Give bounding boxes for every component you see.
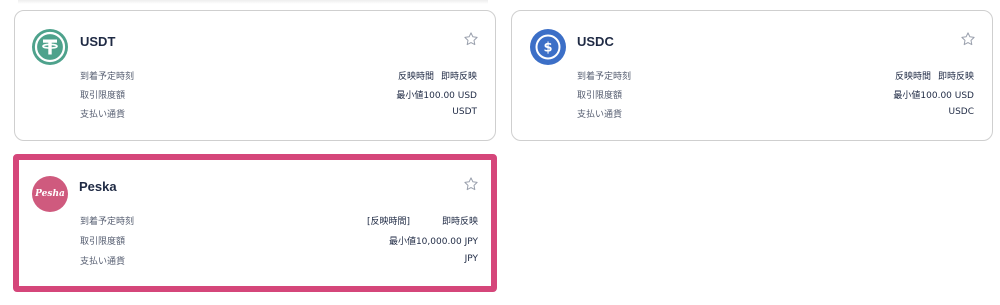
usdc-logo-icon: $ <box>530 29 566 65</box>
reflect-time-text: 反映時間 <box>895 72 932 82</box>
svg-text:$: $ <box>543 41 552 56</box>
arrival-time-label: 到着予定時刻 <box>577 72 632 82</box>
payment-currency-label: 支払い通貨 <box>80 110 126 120</box>
instant-reflect-text: 即時反映 <box>937 72 974 82</box>
reflect-time-text: [反映時間] <box>367 217 411 227</box>
limit-value: 最小値100.00 USD <box>893 91 974 101</box>
card-title: Peska <box>79 179 117 194</box>
tether-logo-icon <box>32 29 68 65</box>
reflect-time-text: 反映時間 <box>398 72 435 82</box>
favorite-star-icon[interactable] <box>463 176 479 192</box>
favorite-star-icon[interactable] <box>463 31 479 47</box>
limit-value: 最小値100.00 USD <box>396 91 477 101</box>
payment-currency-label: 支払い通貨 <box>577 110 623 120</box>
limit-label: 取引限度額 <box>577 91 623 101</box>
limit-value: 最小値10,000.00 JPY <box>388 237 478 247</box>
arrival-time-label: 到着予定時刻 <box>80 217 135 227</box>
card-title: USDC <box>577 34 614 49</box>
limit-label: 取引限度額 <box>80 91 126 101</box>
payment-currency-label: 支払い通貨 <box>80 257 126 267</box>
payment-currency-value: JPY <box>464 254 478 264</box>
previous-card-shadow <box>18 0 488 4</box>
payment-currency-value: USDC <box>948 107 974 117</box>
payment-card-peska[interactable]: Pesha Peska 到着予定時刻 [反映時間] 即時反映 取引限度額 最小値… <box>13 154 497 292</box>
instant-reflect-text: 即時反映 <box>441 217 478 227</box>
payment-card-usdt[interactable]: USDT 到着予定時刻 反映時間 即時反映 取引限度額 最小値100.00 US… <box>14 10 496 141</box>
instant-reflect-text: 即時反映 <box>440 72 477 82</box>
payment-card-usdc[interactable]: $ USDC 到着予定時刻 反映時間 即時反映 取引限度額 最小値100.00 … <box>511 10 993 141</box>
arrival-time-label: 到着予定時刻 <box>80 72 135 82</box>
payment-currency-value: USDT <box>452 107 477 117</box>
favorite-star-icon[interactable] <box>960 31 976 47</box>
peska-logo-icon: Pesha <box>32 176 68 212</box>
limit-label: 取引限度額 <box>80 237 126 247</box>
card-title: USDT <box>80 34 116 49</box>
